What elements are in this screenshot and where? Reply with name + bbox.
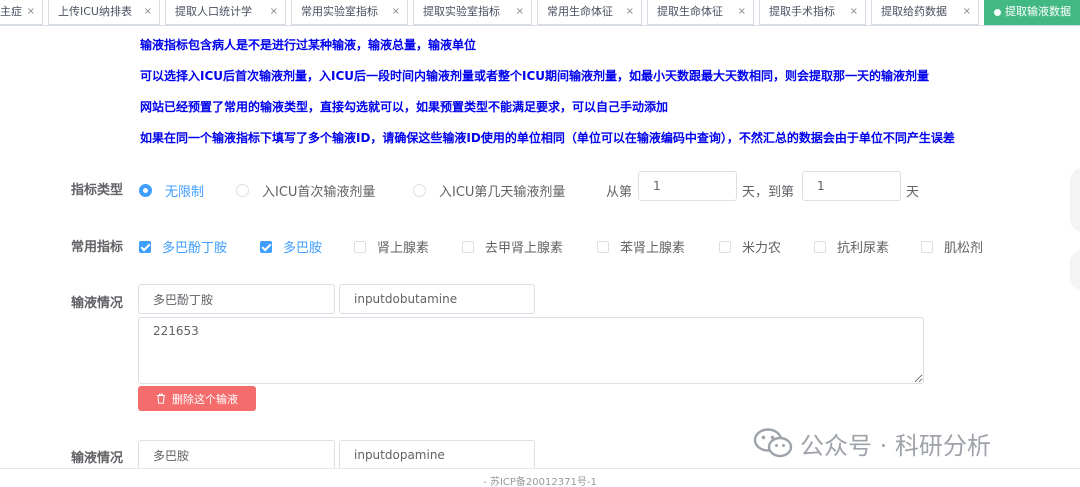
common-indicators-label: 常用指标: [71, 240, 124, 255]
from-day-label: 从第: [606, 185, 633, 200]
radio-label: 入ICU首次输液剂量: [262, 185, 376, 200]
radio-first-dose[interactable]: 入ICU首次输液剂量: [236, 181, 375, 200]
check-muscle-relaxant[interactable]: 肌松剂: [921, 237, 983, 256]
close-icon[interactable]: ×: [270, 0, 278, 24]
indicator-type-label: 指标类型: [71, 183, 124, 198]
infusion-2-code-input[interactable]: [339, 440, 535, 470]
watermark-text: 公众号 · 科研分析: [800, 431, 991, 460]
checkbox: [354, 240, 366, 253]
tab-label: 提取生命体征: [657, 5, 723, 18]
tab-demographics[interactable]: 提取人口统计学 ×: [165, 0, 286, 25]
radio-nth-day-dose[interactable]: 入ICU第几天输液剂量: [413, 181, 565, 200]
close-icon[interactable]: ×: [27, 0, 35, 24]
tab-common-lab[interactable]: 常用实验室指标 ×: [291, 0, 408, 25]
checkbox-label: 肾上腺素: [377, 241, 430, 256]
radio-unlimited[interactable]: 无限制: [139, 181, 204, 200]
checkbox: [719, 240, 731, 253]
infusion-2-name-input[interactable]: [138, 440, 335, 470]
side-float-handle-2[interactable]: [1072, 252, 1080, 288]
close-icon[interactable]: ×: [850, 0, 858, 24]
close-icon[interactable]: ×: [963, 0, 971, 24]
radio-dot: [413, 184, 426, 197]
tab-label: 上传ICU纳排表: [58, 5, 132, 18]
checkbox-label: 肌松剂: [944, 241, 984, 256]
checkbox-label: 抗利尿素: [837, 241, 890, 256]
wechat-icon: [753, 428, 793, 458]
from-day-input[interactable]: [638, 171, 737, 201]
to-day-label: 天，到第: [742, 185, 795, 200]
tab-label: 提取输液数据: [1005, 5, 1071, 18]
tab-extract-medication[interactable]: 提取给药数据 ×: [871, 0, 979, 25]
tab-label: 提取手术指标: [769, 5, 835, 18]
close-icon[interactable]: ×: [516, 0, 524, 24]
tab-extract-vitals[interactable]: 提取生命体征 ×: [647, 0, 754, 25]
check-dopamine[interactable]: 多巴胺: [260, 237, 322, 256]
checkbox-label: 苯肾上腺素: [620, 241, 686, 256]
close-icon[interactable]: ×: [392, 0, 400, 24]
note-line-1: 输液指标包含病人是不是进行过某种输液，输液总量，输液单位: [140, 38, 477, 52]
infusion-1-name-input[interactable]: [138, 284, 335, 314]
tab-extract-surgery[interactable]: 提取手术指标 ×: [759, 0, 866, 25]
tab-upload-icu-criteria[interactable]: 上传ICU纳排表 ×: [48, 0, 160, 25]
close-icon[interactable]: ×: [626, 0, 634, 24]
checkbox: [814, 240, 826, 253]
radio-label: 无限制: [165, 185, 205, 200]
check-epinephrine[interactable]: 肾上腺素: [354, 237, 429, 256]
checkbox-label: 多巴酚丁胺: [162, 241, 228, 256]
side-float-handle[interactable]: [1072, 170, 1080, 230]
note-line-2: 可以选择入ICU后首次输液剂量，入ICU后一段时间内输液剂量或者整个ICU期间输…: [140, 69, 930, 83]
note-line-3: 网站已经预置了常用的输液类型，直接勾选就可以，如果预置类型不能满足要求，可以自己…: [140, 100, 669, 114]
checkbox: [597, 240, 609, 253]
checkbox: [921, 240, 933, 253]
check-norepinephrine[interactable]: 去甲肾上腺素: [462, 237, 563, 256]
checkbox-label: 去甲肾上腺素: [485, 241, 564, 256]
radio-label: 入ICU第几天输液剂量: [439, 185, 566, 200]
tab-label: 提取实验室指标: [423, 5, 500, 18]
tab-label: 常用生命体征: [547, 5, 613, 18]
radio-dot: [139, 184, 152, 197]
check-vasopressin[interactable]: 抗利尿素: [814, 237, 889, 256]
close-icon[interactable]: ×: [738, 0, 746, 24]
note-line-4: 如果在同一个输液指标下填写了多个输液ID，请确保这些输液ID使用的单位相同（单位…: [140, 131, 955, 145]
infusion-1-label: 输液情况: [71, 296, 124, 311]
tab-common-vitals[interactable]: 常用生命体征 ×: [537, 0, 642, 25]
infusion-1-code-input[interactable]: [339, 284, 535, 314]
tab-label: 常用实验室指标: [301, 5, 378, 18]
check-phenylephrine[interactable]: 苯肾上腺素: [597, 237, 685, 256]
checkbox: [139, 240, 151, 253]
checkbox-label: 米力农: [742, 241, 782, 256]
check-milrinone[interactable]: 米力农: [719, 237, 781, 256]
footer-icp: - 苏ICP备20012371号-1: [0, 468, 1080, 487]
close-icon[interactable]: ×: [144, 0, 152, 24]
wechat-watermark: 公众号 · 科研分析: [752, 424, 991, 462]
radio-dot: [236, 184, 249, 197]
day-unit-label: 天: [906, 185, 920, 200]
active-dot-icon: [994, 9, 1001, 16]
tab-label: 主症: [0, 5, 22, 18]
checkbox-label: 多巴胺: [283, 241, 323, 256]
tab-main-symptom[interactable]: 主症 ×: [0, 0, 43, 25]
checkbox: [260, 240, 272, 253]
infusion-1-ids-textarea[interactable]: 221653: [138, 317, 924, 384]
tab-label: 提取给药数据: [881, 5, 947, 18]
to-day-input[interactable]: [802, 171, 901, 201]
delete-button-label: 删除这个输液: [172, 392, 238, 406]
tab-bar: 主症 × 上传ICU纳排表 × 提取人口统计学 × 常用实验室指标 × 提取实验…: [0, 0, 1080, 26]
check-dobutamine[interactable]: 多巴酚丁胺: [139, 237, 227, 256]
delete-infusion-button[interactable]: 删除这个输液: [138, 386, 256, 411]
tab-label: 提取人口统计学: [175, 5, 252, 18]
infusion-2-label: 输液情况: [71, 451, 124, 466]
trash-icon: [157, 393, 165, 404]
tab-extract-lab[interactable]: 提取实验室指标 ×: [413, 0, 532, 25]
tab-extract-infusion[interactable]: 提取输液数据: [984, 0, 1080, 25]
checkbox: [462, 240, 474, 253]
